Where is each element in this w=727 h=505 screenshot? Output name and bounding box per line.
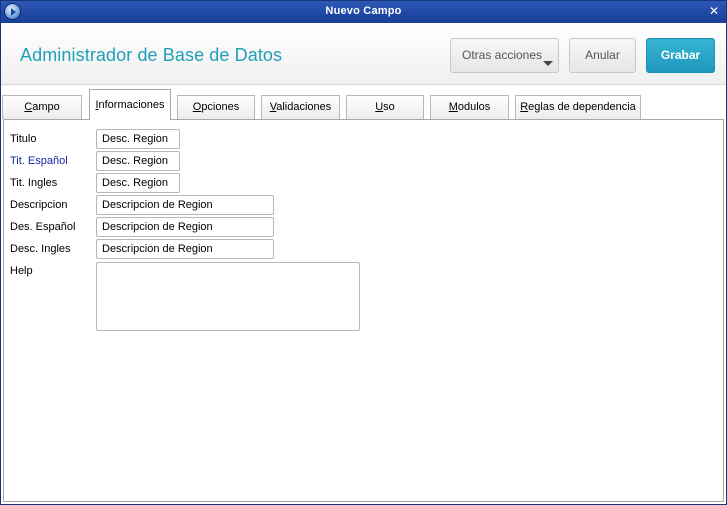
tit-espanol-field[interactable]: Desc. Region <box>96 151 180 171</box>
descripcion-label: Descripcion <box>10 199 68 211</box>
tab-label: so <box>383 101 395 113</box>
tab-mnemonic: M <box>448 101 458 113</box>
desc-ingles-field[interactable]: Descripcion de Region <box>96 239 274 259</box>
titulo-label: Titulo <box>10 133 37 145</box>
title-bar[interactable]: Nuevo Campo ✕ <box>1 1 726 23</box>
tab-bar: Campo Informaciones Opciones Validacione… <box>1 85 726 120</box>
tab-label: pciones <box>201 101 240 113</box>
help-label: Help <box>10 265 33 277</box>
tab-informaciones[interactable]: Informaciones <box>89 89 171 120</box>
help-textarea[interactable] <box>96 262 360 331</box>
tab-mnemonic: C <box>24 101 33 113</box>
tab-label: odulos <box>457 101 491 113</box>
tab-modulos[interactable]: Modulos <box>430 95 509 119</box>
caret-down-icon <box>543 61 553 66</box>
dialog-window: Nuevo Campo ✕ Administrador de Base de D… <box>0 0 727 505</box>
tit-ingles-label: Tit. Ingles <box>10 177 58 189</box>
tab-label: eglas de dependencia <box>528 101 636 113</box>
cancel-button[interactable]: Anular <box>569 38 636 73</box>
tab-mnemonic: R <box>520 101 529 113</box>
descripcion-field[interactable]: Descripcion de Region <box>96 195 274 215</box>
des-espanol-field[interactable]: Descripcion de Region <box>96 217 274 237</box>
tab-validaciones[interactable]: Validaciones <box>261 95 340 119</box>
tab-mnemonic: U <box>375 101 384 113</box>
save-button[interactable]: Grabar <box>646 38 715 73</box>
des-espanol-label: Des. Español <box>10 221 76 233</box>
tab-label: nformaciones <box>98 99 165 111</box>
informaciones-panel: Titulo Desc. Region Tit. Español Desc. R… <box>3 119 724 502</box>
more-actions-label: Otras acciones <box>462 48 543 62</box>
header-bar: Administrador de Base de Datos Otras acc… <box>1 23 726 85</box>
tab-campo[interactable]: Campo <box>2 95 82 119</box>
close-icon[interactable]: ✕ <box>707 4 721 18</box>
tit-espanol-label: Tit. Español <box>10 155 68 167</box>
desc-ingles-label: Desc. Ingles <box>10 243 71 255</box>
window-title: Nuevo Campo <box>325 5 402 17</box>
tab-opciones[interactable]: Opciones <box>177 95 255 119</box>
tit-ingles-field[interactable]: Desc. Region <box>96 173 180 193</box>
titulo-field[interactable]: Desc. Region <box>96 129 180 149</box>
tab-reglas-de-dependencia[interactable]: Reglas de dependencia <box>515 95 641 119</box>
more-actions-button[interactable]: Otras acciones <box>450 38 559 73</box>
tab-label: ampo <box>32 101 60 113</box>
app-title: Administrador de Base de Datos <box>20 45 283 65</box>
tab-label: alidaciones <box>276 101 332 113</box>
tab-uso[interactable]: Uso <box>346 95 424 119</box>
